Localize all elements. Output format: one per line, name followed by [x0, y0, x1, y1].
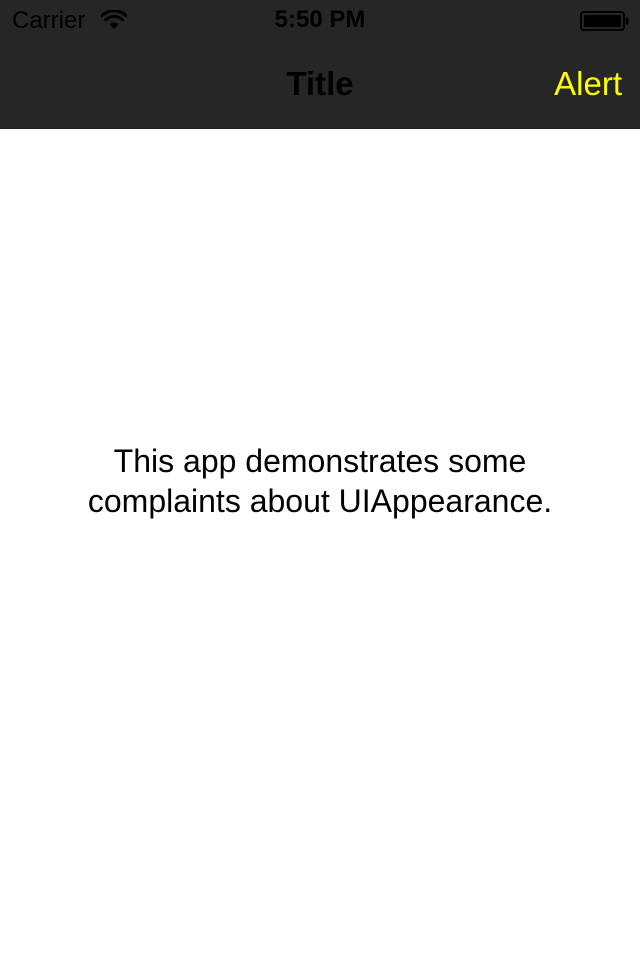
- description-text: This app demonstrates some complaints ab…: [87, 443, 553, 519]
- battery-full-icon: [580, 11, 629, 31]
- main-content: This app demonstrates some complaints ab…: [0, 129, 640, 960]
- navigation-bar: Title Alert: [0, 40, 640, 128]
- top-bar: Carrier 5:50 PM Title Alert: [0, 0, 640, 129]
- nav-title: Title: [286, 65, 354, 102]
- status-time: 5:50 PM: [274, 6, 366, 33]
- status-bar: Carrier 5:50 PM: [0, 0, 640, 40]
- alert-button[interactable]: Alert: [554, 64, 622, 104]
